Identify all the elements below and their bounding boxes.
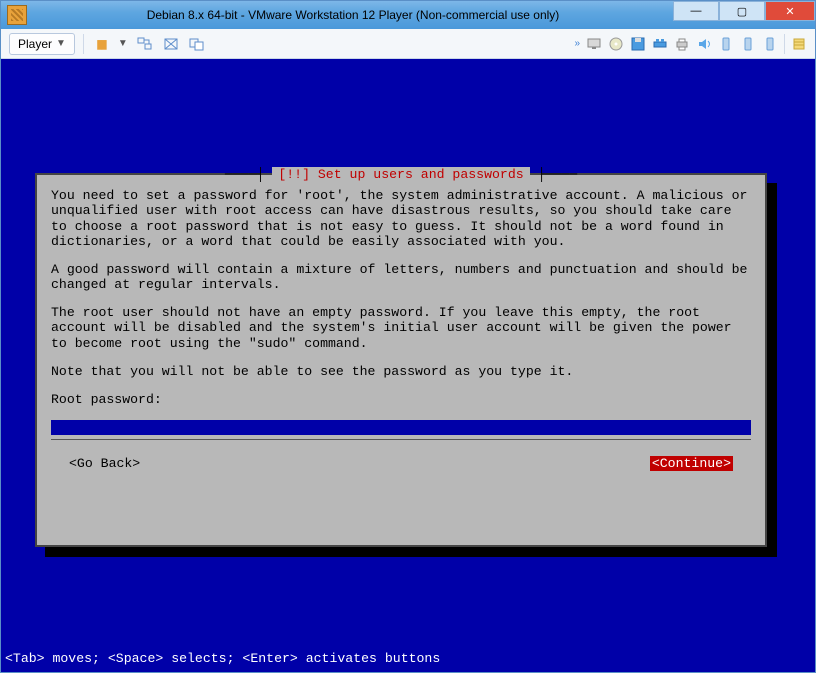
dialog-text: Note that you will not be able to see th… (51, 364, 751, 379)
drive3-icon[interactable] (762, 36, 778, 52)
send-ctrl-alt-del-icon[interactable] (136, 35, 154, 53)
sound-icon[interactable] (696, 36, 712, 52)
continue-button[interactable]: <Continue> (650, 456, 733, 471)
usb-hub-icon[interactable] (652, 36, 668, 52)
input-underline (51, 439, 751, 440)
dialog-text: A good password will contain a mixture o… (51, 262, 751, 292)
unity-icon[interactable] (188, 35, 206, 53)
floppy-icon[interactable] (630, 36, 646, 52)
cdrom-icon[interactable] (608, 36, 624, 52)
pause-icon[interactable]: ▮▮ (92, 35, 110, 53)
dialog-body: You need to set a password for 'root', t… (51, 188, 751, 471)
dash-right: ├──── (530, 167, 577, 182)
player-menu[interactable]: Player ▼ (9, 33, 75, 55)
toolbar: Player ▼ ▮▮ ▼ » (1, 29, 815, 59)
root-password-input[interactable] (51, 420, 751, 435)
go-back-button[interactable]: <Go Back> (69, 456, 140, 471)
app-icon (7, 5, 27, 25)
dialog-text: The root user should not have an empty p… (51, 305, 751, 351)
dialog-title: [!!] Set up users and passwords (272, 167, 529, 182)
toolbar-separator (784, 34, 785, 54)
titlebar[interactable]: Debian 8.x 64-bit - VMware Workstation 1… (1, 1, 815, 29)
password-prompt: Root password: (51, 392, 751, 407)
toolbar-separator (83, 34, 84, 54)
network-icon[interactable] (586, 36, 602, 52)
settings-icon[interactable] (791, 36, 807, 52)
window-controls: — ▢ ✕ (673, 1, 815, 29)
footer-hint: <Tab> moves; <Space> selects; <Enter> ac… (5, 651, 440, 666)
installer-dialog: ────┤ [!!] Set up users and passwords ├─… (35, 173, 767, 547)
guest-screen[interactable]: ────┤ [!!] Set up users and passwords ├─… (1, 59, 815, 672)
chevron-right-icon[interactable]: » (574, 38, 580, 49)
dash-left: ────┤ (225, 167, 272, 182)
dialog-text: You need to set a password for 'root', t… (51, 188, 751, 249)
window-title: Debian 8.x 64-bit - VMware Workstation 1… (33, 8, 673, 22)
fullscreen-icon[interactable] (162, 35, 180, 53)
drive1-icon[interactable] (718, 36, 734, 52)
toolbar-right: » (574, 34, 807, 54)
close-button[interactable]: ✕ (765, 1, 815, 21)
maximize-button[interactable]: ▢ (719, 1, 765, 21)
chevron-down-icon[interactable]: ▼ (118, 38, 128, 49)
printer-icon[interactable] (674, 36, 690, 52)
player-menu-label: Player (18, 37, 52, 51)
chevron-down-icon: ▼ (56, 38, 66, 49)
minimize-button[interactable]: — (673, 1, 719, 21)
vmware-player-window: Debian 8.x 64-bit - VMware Workstation 1… (0, 0, 816, 673)
drive2-icon[interactable] (740, 36, 756, 52)
